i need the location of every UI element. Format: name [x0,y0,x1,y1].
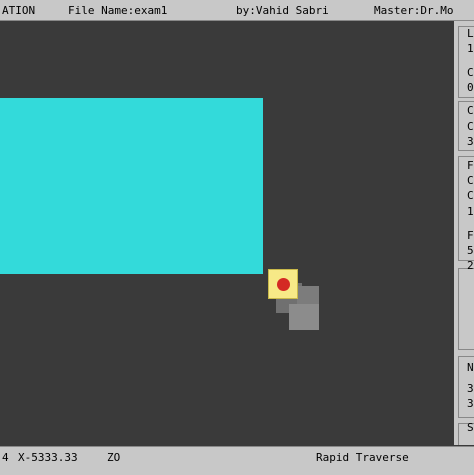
cutting-tool [268,269,298,299]
panel-text: C [467,104,474,117]
motion-mode: Rapid Traverse [316,451,409,464]
panel-text: F [467,229,474,242]
file-name-label: File Name:exam1 [68,4,168,17]
tool-tip-marker [277,278,290,291]
app-title: ATION [2,4,36,17]
panel-text: 3 [467,382,474,395]
panel-text: 0 [467,81,474,94]
status-num: 4 [2,451,9,464]
z-coordinate: ZO [107,451,121,464]
panel-text: Ne [467,361,474,374]
x-coordinate: X-5333.33 [18,451,78,464]
panel-text: C [467,120,474,133]
panel-text: C [467,189,474,202]
info-box [458,268,474,350]
panel-text: Sp [467,421,474,434]
panel-text: 2 [467,259,474,272]
info-panel: L 1 C 0 C C 3 F C C 1 F 5 2 Ne 3 3 Sp [454,21,474,445]
simulation-viewport[interactable] [0,21,452,445]
panel-text: C [467,66,474,79]
master-label: Master:Dr.Mo [374,4,454,17]
workpiece [0,98,263,274]
panel-text: 3 [467,135,474,148]
panel-text: L [467,27,474,40]
panel-text: C [467,174,474,187]
tool-shadow [289,304,319,330]
panel-text: F [467,159,474,172]
title-bar: ATION File Name:exam1 by:Vahid Sabri Mas… [0,0,474,21]
status-bar: 4 X-5333.33 ZO Rapid Traverse [0,446,474,475]
author-label: by:Vahid Sabri [236,4,329,17]
panel-text: 1 [467,205,474,218]
panel-text: 5 [467,244,474,257]
panel-text: 1 [467,42,474,55]
panel-text: 3 [467,397,474,410]
